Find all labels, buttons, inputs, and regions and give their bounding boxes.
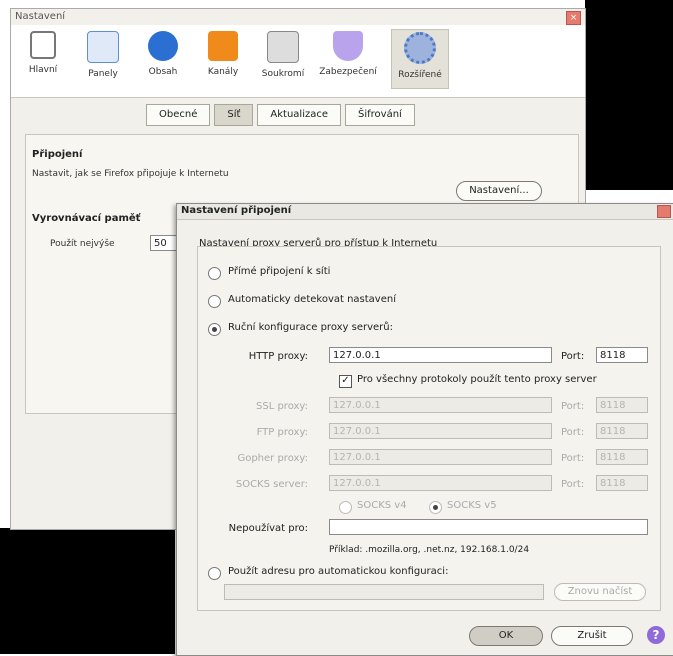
http-proxy-label: HTTP proxy:: [248, 351, 308, 362]
auto-config-url-input[interactable]: [224, 584, 544, 600]
no-proxy-example: Příklad: .mozilla.org, .net.nz, 192.168.…: [329, 545, 530, 555]
rss-icon: [208, 31, 238, 61]
dialog-title: Nastavení připojení: [181, 205, 292, 216]
gopher-proxy-label: Gopher proxy:: [237, 453, 308, 464]
connection-heading: Připojení: [32, 149, 83, 160]
no-proxy-for-input[interactable]: [329, 519, 648, 535]
tab-encryption[interactable]: Šifrování: [345, 104, 415, 126]
desktop-area: [0, 528, 175, 654]
no-proxy-for-label: Nepoužívat pro:: [228, 523, 308, 534]
ftp-proxy-input[interactable]: 127.0.0.1: [329, 423, 552, 439]
socks-port-label: Port:: [561, 479, 585, 490]
tabs-icon: [87, 31, 119, 63]
radio-no-proxy-label: Přímé připojení k síti: [228, 266, 331, 277]
http-proxy-input[interactable]: 127.0.0.1: [329, 347, 552, 363]
toolbar-label: Obsah: [148, 67, 178, 77]
gopher-proxy-input[interactable]: 127.0.0.1: [329, 449, 552, 465]
window-title: Nastavení: [15, 11, 66, 22]
socks-host-label: SOCKS server:: [235, 479, 308, 490]
dialog-titlebar: Nastavení připojení: [177, 204, 673, 220]
radio-auto-config-url[interactable]: [208, 567, 221, 580]
radio-manual-proxy-label: Ruční konfigurace proxy serverů:: [228, 322, 393, 333]
cache-size-label: Použít nejvýše: [50, 239, 115, 249]
toolbar-item-main[interactable]: Hlavní: [17, 31, 69, 75]
ftp-proxy-label: FTP proxy:: [256, 427, 308, 438]
tab-general[interactable]: Obecné: [146, 104, 211, 126]
radio-socks-v4[interactable]: [339, 501, 352, 514]
toolbar-label: Panely: [88, 69, 118, 79]
tab-update[interactable]: Aktualizace: [257, 104, 342, 126]
proxy-options-group: Přímé připojení k síti Automaticky detek…: [197, 246, 661, 611]
toolbar-label: Rozšířené: [398, 70, 442, 80]
radio-auto-detect-label: Automaticky detekovat nastavení: [228, 294, 396, 305]
socks-port-input[interactable]: 8118: [596, 475, 648, 491]
same-proxy-label: Pro všechny protokoly použít tento proxy…: [357, 374, 597, 385]
ssl-port-label: Port:: [561, 401, 585, 412]
radio-auto-detect[interactable]: [208, 295, 221, 308]
socks-v4-label: SOCKS v4: [357, 500, 407, 511]
close-icon[interactable]: ×: [566, 11, 581, 25]
toolbar-label: Soukromí: [261, 69, 305, 79]
socks-host-input[interactable]: 127.0.0.1: [329, 475, 552, 491]
globe-icon: [148, 31, 178, 61]
tab-network[interactable]: Síť: [214, 104, 254, 126]
privacy-icon: [267, 31, 299, 63]
http-port-input[interactable]: 8118: [596, 347, 648, 363]
toolbar-item-advanced[interactable]: Rozšířené: [391, 29, 449, 89]
gopher-port-label: Port:: [561, 453, 585, 464]
ok-button[interactable]: OK: [469, 626, 543, 646]
radio-manual-proxy[interactable]: [208, 323, 221, 336]
toolbar-item-content[interactable]: Obsah: [137, 31, 189, 77]
desktop-area: [585, 0, 673, 190]
toolbar-item-tabs[interactable]: Panely: [77, 31, 129, 79]
tab-bar: Obecné Síť Aktualizace Šifrování: [146, 104, 419, 126]
toolbar-item-privacy[interactable]: Soukromí: [257, 31, 309, 79]
ssl-proxy-label: SSL proxy:: [256, 401, 308, 412]
cancel-button[interactable]: Zrušit: [551, 626, 633, 646]
radio-no-proxy[interactable]: [208, 267, 221, 280]
connection-settings-dialog: Nastavení připojení Nastavení proxy serv…: [176, 203, 673, 656]
toolbar-label: Kanály: [207, 67, 239, 77]
ssl-port-input[interactable]: 8118: [596, 397, 648, 413]
shield-icon: [333, 31, 363, 61]
cache-heading: Vyrovnávací paměť: [32, 213, 141, 224]
ftp-port-label: Port:: [561, 427, 585, 438]
ftp-port-input[interactable]: 8118: [596, 423, 648, 439]
socks-v5-label: SOCKS v5: [447, 500, 497, 511]
toolbar-item-feeds[interactable]: Kanály: [197, 31, 249, 77]
gopher-port-input[interactable]: 8118: [596, 449, 648, 465]
help-icon[interactable]: ?: [647, 626, 665, 644]
radio-auto-config-url-label: Použít adresu pro automatickou konfigura…: [228, 566, 449, 577]
ssl-proxy-input[interactable]: 127.0.0.1: [329, 397, 552, 413]
reload-button[interactable]: Znovu načíst: [554, 583, 646, 601]
same-proxy-checkbox[interactable]: ✓: [339, 375, 352, 388]
connection-description: Nastavit, jak se Firefox připojuje k Int…: [32, 169, 229, 179]
close-icon[interactable]: [657, 205, 671, 218]
http-port-label: Port:: [561, 351, 585, 362]
toolbar-label: Zabezpečení: [319, 67, 377, 77]
device-icon: [30, 31, 56, 59]
radio-socks-v5[interactable]: [429, 501, 442, 514]
gear-icon: [404, 32, 436, 64]
toolbar-label: Hlavní: [28, 65, 58, 75]
toolbar-item-security[interactable]: Zabezpečení: [317, 31, 379, 77]
preferences-toolbar: Hlavní Panely Obsah Kanály Soukromí Zabe…: [11, 25, 585, 98]
connection-settings-button[interactable]: Nastavení...: [456, 181, 542, 201]
